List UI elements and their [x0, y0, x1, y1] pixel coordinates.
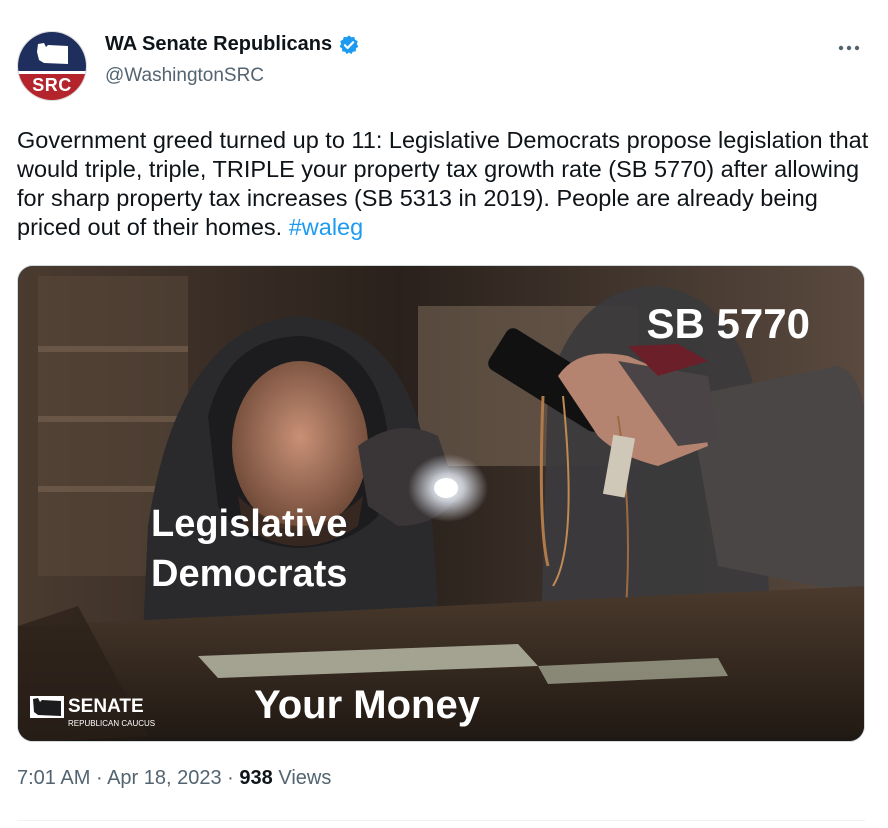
author-display-name[interactable]: WA Senate Republicans [105, 33, 332, 56]
logo-title: SENATE [68, 696, 144, 717]
tweet-image[interactable]: SB 5770 Legislative Democrats Your Money… [17, 265, 865, 742]
tweet-card: SRC WA Senate Republicans @WashingtonSRC… [0, 0, 888, 828]
washington-state-icon [37, 43, 68, 64]
author-name-row[interactable]: WA Senate Republicans [105, 33, 360, 56]
caption-bill: SB 5770 [647, 300, 810, 347]
tweet-meta: 7:01 AM · Apr 18, 2023 · 938 Views [17, 767, 331, 790]
tweet-body: Government greed turned up to 11: Legisl… [17, 127, 869, 240]
logo-subtitle: REPUBLICAN CAUCUS [68, 719, 155, 728]
avatar[interactable]: SRC [17, 31, 87, 101]
verified-badge-icon [339, 34, 359, 54]
meta-separator: · [95, 767, 103, 789]
caption-money: Your Money [254, 683, 481, 727]
meta-separator: · [227, 767, 234, 789]
views-count: 938 [239, 767, 273, 789]
views-label: Views [278, 767, 332, 789]
image-scene: SB 5770 Legislative Democrats Your Money… [18, 266, 864, 741]
caption-line2: Democrats [151, 553, 347, 595]
author-handle[interactable]: @WashingtonSRC [105, 65, 264, 87]
more-options-icon[interactable] [834, 38, 864, 58]
tweet-time[interactable]: 7:01 AM [17, 767, 90, 789]
tweet-text: Government greed turned up to 11: Legisl… [17, 126, 875, 242]
divider [17, 820, 865, 821]
avatar-text: SRC [32, 75, 72, 95]
hashtag-link[interactable]: #waleg [289, 214, 363, 240]
caption-line1: Legislative [151, 503, 347, 545]
tweet-date[interactable]: Apr 18, 2023 [107, 767, 222, 789]
